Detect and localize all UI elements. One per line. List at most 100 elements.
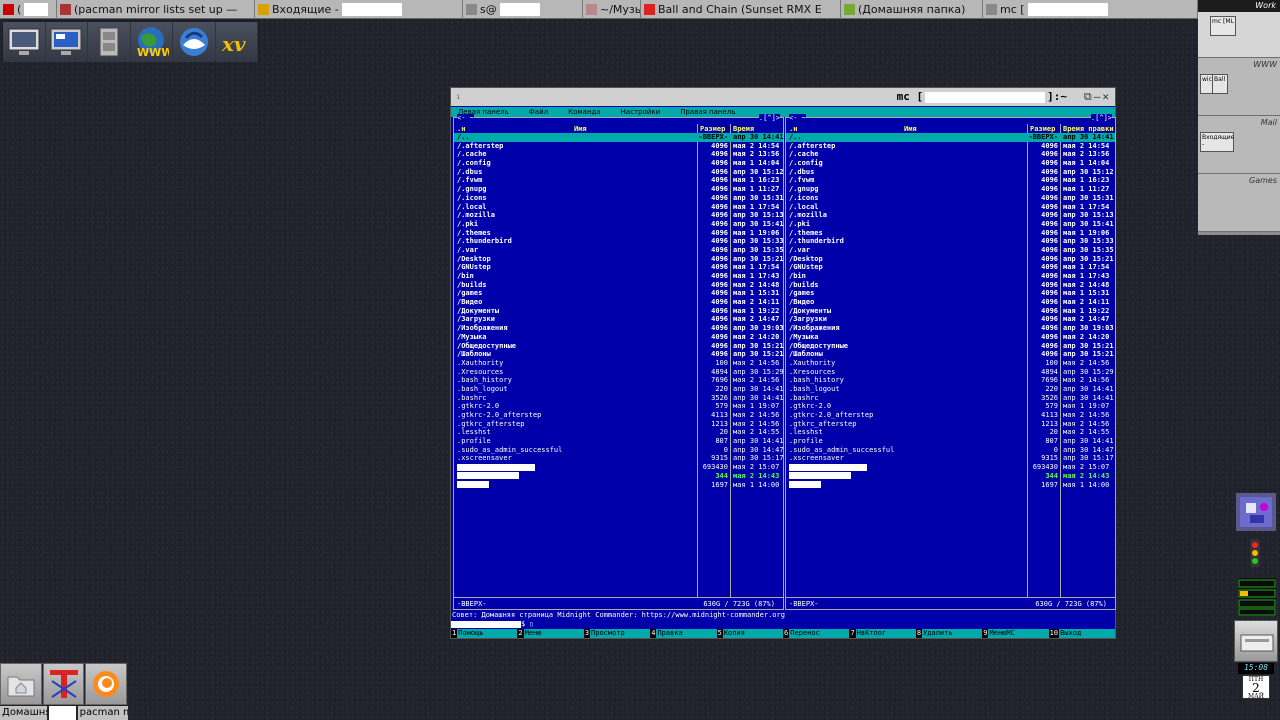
- monitor-launcher[interactable]: [3, 22, 45, 62]
- fkey-4-button[interactable]: 4 Правка: [650, 629, 717, 638]
- file-row[interactable]: .xscreensaver 9315 апр 30 15:17: [454, 454, 784, 463]
- taskbar-button[interactable]: s@: [463, 0, 583, 19]
- file-row[interactable]: 344 мая 2 14:43: [454, 472, 783, 481]
- file-row[interactable]: .gtkrc-2.0 579 мая 1 19:07: [454, 402, 783, 411]
- pager-mini-window[interactable]: Входящие -: [1200, 132, 1234, 152]
- file-row[interactable]: 693430 мая 2 15:07: [454, 463, 783, 472]
- file-row[interactable]: .gtkrc_afterstep 1213 мая 2 14:56: [786, 420, 1115, 429]
- file-row[interactable]: 693430 мая 2 15:07: [786, 463, 1115, 472]
- col-mtime[interactable]: Время правки: [1063, 125, 1114, 133]
- file-row[interactable]: /.var 4096 апр 30 15:35: [786, 246, 1115, 255]
- file-row[interactable]: /.config 4096 мая 1 14:04: [786, 159, 1115, 168]
- pager-desk-www[interactable]: WWW wic Ball: [1198, 58, 1280, 116]
- file-row[interactable]: .sudo_as_admin_successful 0 апр 30 14:47: [786, 446, 1115, 455]
- fkey-1-button[interactable]: 1 Помощь: [451, 629, 518, 638]
- file-row[interactable]: /.thunderbird 4096 апр 30 15:33: [786, 237, 1115, 246]
- file-row[interactable]: /Изображения 4096 апр 30 19:03: [786, 324, 1115, 333]
- taskbar-button[interactable]: (pacman mirror lists set up —: [57, 0, 255, 19]
- file-row[interactable]: /games 4096 мая 1 15:31: [454, 289, 783, 298]
- col-name[interactable]: Имя: [574, 125, 587, 133]
- file-row[interactable]: .bashrc 3526 апр 30 14:41: [786, 394, 1115, 403]
- taskbar-button[interactable]: ~/Музыка: [583, 0, 641, 19]
- file-row[interactable]: /.themes 4096 мая 1 19:06: [454, 229, 783, 238]
- appearance-dock-item[interactable]: [1236, 493, 1276, 531]
- col-sort[interactable]: .н: [789, 125, 797, 133]
- file-row[interactable]: /.. -ВВЕРХ-апр 30 14:41: [786, 133, 1115, 142]
- fkey-10-button[interactable]: 10 Выход: [1048, 629, 1116, 638]
- file-row[interactable]: .bash_logout 220 апр 30 14:41: [786, 385, 1115, 394]
- panel-history-mark[interactable]: .[^]>: [758, 114, 780, 122]
- file-row[interactable]: .sudo_as_admin_successful 0 апр 30 14:47: [454, 446, 784, 455]
- file-row[interactable]: /.fvwm 4096 мая 1 16:23: [454, 176, 783, 185]
- file-row[interactable]: /bin 4096 мая 1 17:43: [454, 272, 783, 281]
- file-row[interactable]: /Desktop 4096 апр 30 15:21: [786, 255, 1115, 264]
- fkey-5-button[interactable]: 5 Копия: [716, 629, 784, 638]
- file-row[interactable]: /.config 4096 мая 1 14:04: [454, 159, 783, 168]
- mc-menu-item[interactable]: Файл: [529, 108, 548, 116]
- taskbar-button[interactable]: mc [: [983, 0, 1198, 19]
- file-row[interactable]: .bash_logout 220 апр 30 14:41: [454, 385, 784, 394]
- www-browser-launcher[interactable]: WWW: [130, 22, 172, 62]
- file-row[interactable]: /Документы 4096 мая 1 19:22: [454, 307, 783, 316]
- file-row[interactable]: /.pki 4096 апр 30 15:41: [454, 220, 784, 229]
- col-size[interactable]: Размер: [700, 125, 725, 133]
- file-row[interactable]: 1697 мая 1 14:00: [786, 481, 1115, 490]
- dock-label[interactable]: Домашня: [0, 706, 47, 720]
- mc-terminal-window[interactable]: ᵢ mc []:~ ⧉‒✕ Левая панель Файл Команда Нас…: [450, 87, 1116, 639]
- file-row[interactable]: .bashrc 3526 апр 30 14:41: [454, 394, 784, 403]
- file-row[interactable]: /.themes 4096 мая 1 19:06: [786, 229, 1115, 238]
- file-row[interactable]: /Шаблоны 4096 апр 30 15:21: [786, 350, 1115, 359]
- fkey-2-button[interactable]: 2 Меню: [517, 629, 584, 638]
- file-row[interactable]: /Музыка 4096 мая 2 14:20: [454, 333, 783, 342]
- file-row[interactable]: .bash_history 7696 мая 2 14:56: [454, 376, 783, 385]
- pager-mini-window[interactable]: mc [ML: [1210, 16, 1236, 36]
- file-row[interactable]: /Видео 4096 мая 2 14:11: [786, 298, 1115, 307]
- file-row[interactable]: .Xresources 4894 апр 30 15:29: [786, 368, 1115, 377]
- fkey-3-button[interactable]: 3 Просмотр: [583, 629, 651, 638]
- file-row[interactable]: /Desktop 4096 апр 30 15:21: [454, 255, 784, 264]
- mc-menu-item[interactable]: Команда: [568, 108, 601, 116]
- file-row[interactable]: /.gnupg 4096 мая 1 11:27: [786, 185, 1115, 194]
- file-row[interactable]: .Xauthority 100 мая 2 14:56: [454, 359, 783, 368]
- window-controls[interactable]: ⧉‒✕: [1084, 90, 1111, 104]
- file-row[interactable]: /builds 4096 мая 2 14:48: [454, 281, 783, 290]
- file-row[interactable]: /Изображения 4096 апр 30 19:03: [454, 324, 784, 333]
- file-row[interactable]: .bash_history 7696 мая 2 14:56: [786, 376, 1115, 385]
- file-row[interactable]: /Загрузки 4096 мая 2 14:47: [454, 315, 783, 324]
- fkey-8-button[interactable]: 8 Удалить: [915, 629, 983, 638]
- file-row[interactable]: .profile 807 апр 30 14:41: [786, 437, 1115, 446]
- file-row[interactable]: /.mozilla 4096 апр 30 15:13: [454, 211, 784, 220]
- command-line[interactable]: $ ▯: [451, 620, 1115, 629]
- file-row[interactable]: .profile 807 апр 30 14:41: [454, 437, 784, 446]
- pager-desk-games[interactable]: Games: [1198, 174, 1280, 232]
- file-row[interactable]: /.fvwm 4096 мая 1 16:23: [786, 176, 1115, 185]
- file-row[interactable]: /.. -ВВЕРХ-апр 30 14:41: [454, 133, 784, 142]
- col-name[interactable]: Имя: [904, 125, 917, 133]
- file-row[interactable]: /Музыка 4096 мая 2 14:20: [786, 333, 1115, 342]
- panel-history-mark[interactable]: .[^]>: [1090, 114, 1112, 122]
- file-row[interactable]: 344 мая 2 14:43: [786, 472, 1115, 481]
- file-row[interactable]: /.cache 4096 мая 2 13:56: [454, 150, 783, 159]
- file-cabinet-launcher[interactable]: [88, 22, 130, 62]
- file-row[interactable]: .gtkrc-2.0 579 мая 1 19:07: [786, 402, 1115, 411]
- taskbar-button[interactable]: Ball and Chain (Sunset RMX E: [641, 0, 841, 19]
- fkey-6-button[interactable]: 6 Перенос: [783, 629, 850, 638]
- file-row[interactable]: /.dbus 4096 апр 30 15:12: [454, 168, 784, 177]
- file-row[interactable]: .xscreensaver 9315 апр 30 15:17: [786, 454, 1115, 463]
- file-row[interactable]: /.thunderbird 4096 апр 30 15:33: [454, 237, 784, 246]
- taskbar-button[interactable]: Входящие -: [255, 0, 463, 19]
- pager-mini-window[interactable]: Ball: [1212, 74, 1228, 94]
- file-row[interactable]: .Xresources 4894 апр 30 15:29: [454, 368, 784, 377]
- file-row[interactable]: /bin 4096 мая 1 17:43: [786, 272, 1115, 281]
- terminal-button[interactable]: [42, 663, 85, 705]
- file-row[interactable]: /GNUstep 4096 мая 1 17:54: [454, 263, 783, 272]
- col-sort[interactable]: .н: [457, 125, 465, 133]
- file-row[interactable]: /.gnupg 4096 мая 1 11:27: [454, 185, 783, 194]
- file-row[interactable]: /games 4096 мая 1 15:31: [786, 289, 1115, 298]
- mail-client-launcher[interactable]: [173, 22, 215, 62]
- file-row[interactable]: .lesshst 20 мая 2 14:55: [454, 428, 783, 437]
- file-row[interactable]: /Общедоступные 4096 апр 30 15:21: [786, 342, 1115, 351]
- file-row[interactable]: /Видео 4096 мая 2 14:11: [454, 298, 783, 307]
- mc-menu-item[interactable]: Правая панель: [680, 108, 735, 116]
- firefox-button[interactable]: [85, 663, 128, 705]
